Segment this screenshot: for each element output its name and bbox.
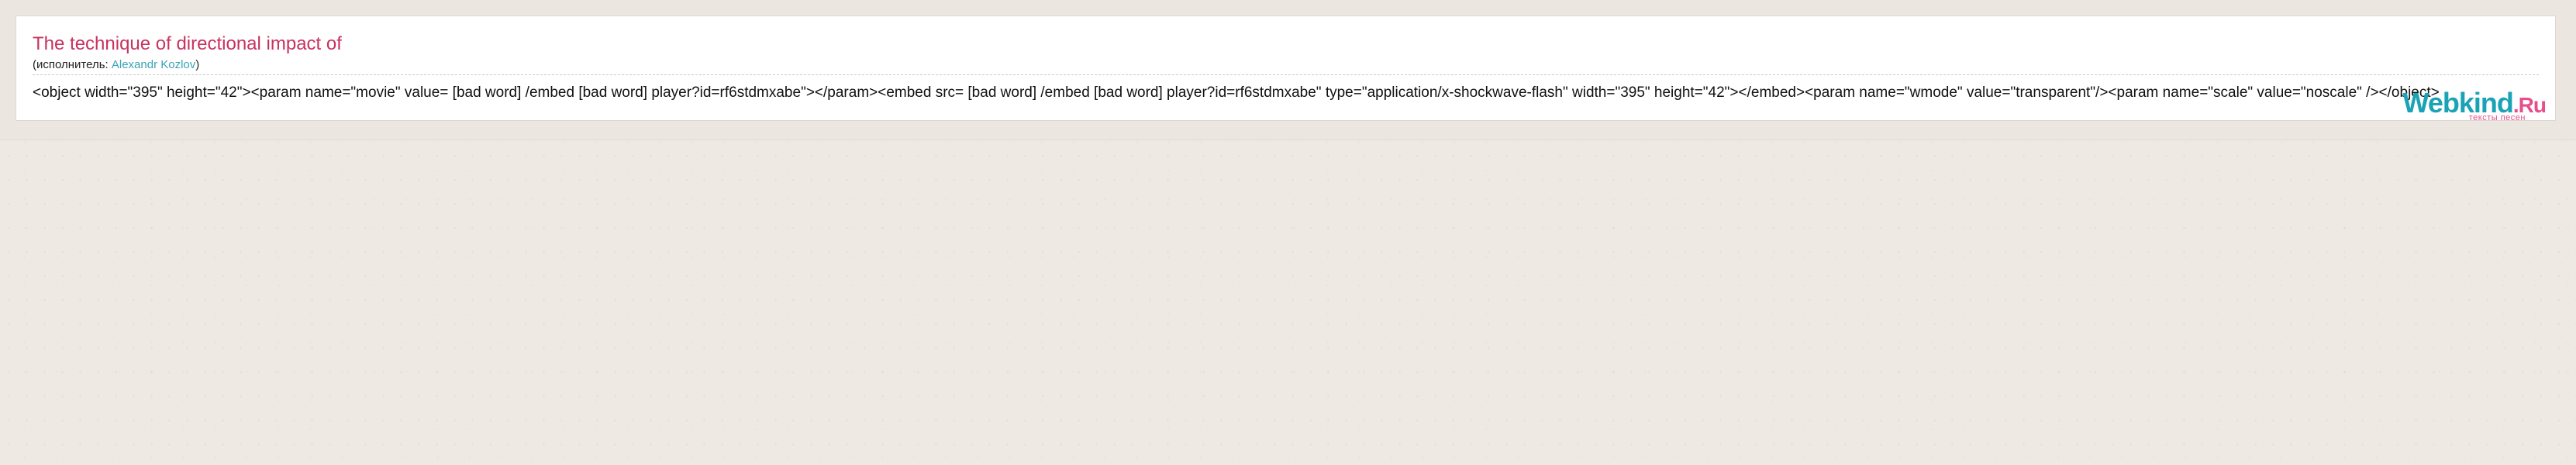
performer-suffix: )	[195, 58, 200, 71]
song-title: The technique of directional impact of	[33, 33, 342, 54]
performer-link[interactable]: Alexandr Kozlov	[112, 58, 195, 71]
performer-line: (исполнитель: Alexandr Kozlov)	[33, 58, 199, 71]
lyrics-text: <object width="395" height="42"><param n…	[33, 84, 2440, 101]
site-logo[interactable]: Webkind.Ru тексты песен	[2403, 89, 2547, 122]
song-card: The technique of directional impact of (…	[16, 16, 2556, 122]
performer-prefix: (исполнитель:	[33, 58, 112, 71]
divider	[33, 74, 2539, 75]
